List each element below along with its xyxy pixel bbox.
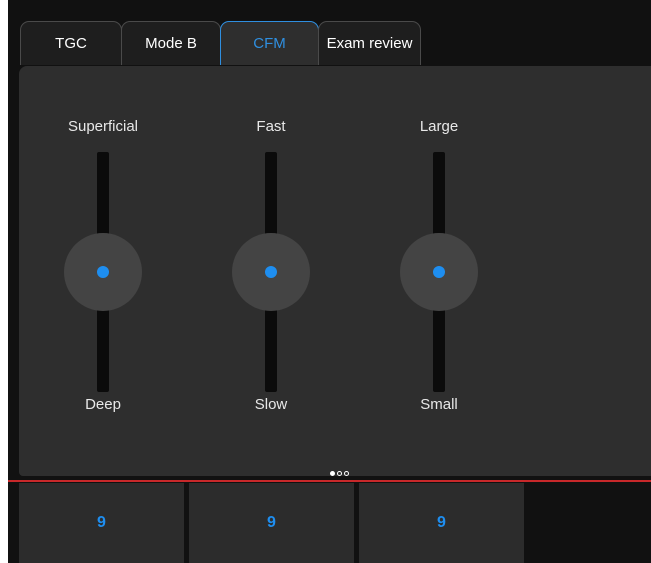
value-label: 9	[97, 514, 106, 531]
slider-knob[interactable]	[400, 233, 478, 311]
tab-exam-review[interactable]: Exam review	[318, 21, 421, 65]
slider-knob[interactable]	[64, 233, 142, 311]
page-dot	[343, 471, 349, 477]
slider-bottom-label: Deep	[85, 396, 121, 413]
speed-slider: Fast Slow	[211, 66, 331, 466]
depth-slider: Superficial Deep	[43, 66, 163, 466]
red-divider-line	[8, 480, 651, 482]
size-slider: Large Small	[379, 66, 499, 466]
slider-knob[interactable]	[232, 233, 310, 311]
tab-mode-b[interactable]: Mode B	[121, 21, 221, 65]
cfm-controls-panel: Superficial Deep Fast Slow Large Small	[19, 66, 651, 477]
value-label: 9	[267, 514, 276, 531]
tab-label: CFM	[253, 35, 286, 52]
slider-top-label: Fast	[256, 118, 286, 135]
slider-top-label: Large	[419, 118, 459, 135]
page-dot	[329, 471, 335, 477]
knob-indicator-dot	[97, 266, 109, 278]
page-dot	[336, 471, 342, 477]
slider-bottom-label: Small	[420, 396, 458, 413]
slider-bottom-label: Slow	[254, 396, 288, 413]
knob-indicator-dot	[433, 266, 445, 278]
tab-cfm[interactable]: CFM	[220, 21, 319, 65]
tab-label: TGC	[55, 35, 87, 52]
knob-indicator-dot	[265, 266, 277, 278]
value-button-3[interactable]: 9	[359, 483, 524, 563]
value-button-2[interactable]: 9	[189, 483, 354, 563]
value-button-1[interactable]: 9	[19, 483, 184, 563]
left-edge-strip	[0, 0, 8, 563]
tab-label: Exam review	[326, 35, 413, 52]
value-label: 9	[437, 514, 446, 531]
tab-label: Mode B	[145, 35, 197, 52]
tab-tgc[interactable]: TGC	[20, 21, 122, 65]
slider-top-label: Superficial	[67, 118, 139, 135]
